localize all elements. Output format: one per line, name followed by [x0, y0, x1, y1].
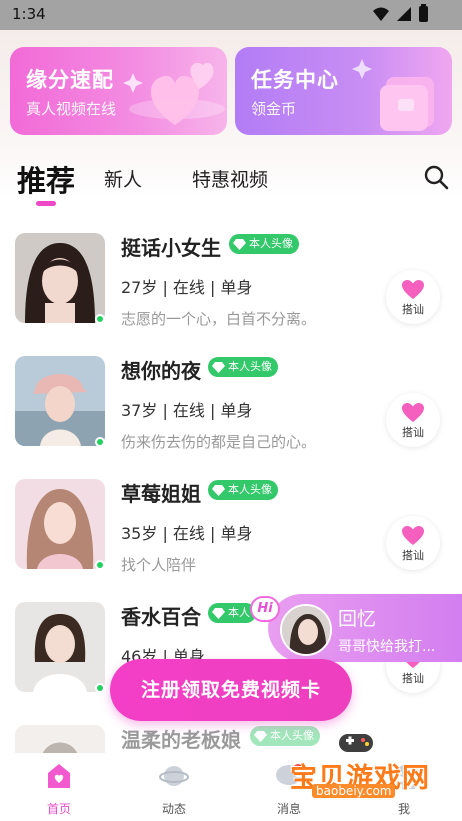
- diamond-icon: [212, 484, 225, 496]
- badge-label: 本人头像: [228, 483, 272, 496]
- greet-label: 搭讪: [402, 303, 424, 316]
- diamond-icon: [212, 607, 225, 619]
- diamond-icon: [233, 238, 246, 250]
- diamond-icon: [254, 730, 267, 742]
- avatar[interactable]: [15, 233, 105, 323]
- watermark: 宝贝游戏网 baobeiy.com: [290, 730, 450, 800]
- popup-title: 回忆: [338, 608, 377, 630]
- avatar[interactable]: [15, 479, 105, 569]
- greet-label: 搭讪: [402, 426, 424, 439]
- user-name: 挺话小女生: [121, 236, 221, 260]
- user-motto: 伤来伤去伤的都是自己的心。: [121, 433, 317, 451]
- hi-bubble: Hi: [250, 596, 280, 622]
- popup-message: 哥哥快给我打...: [338, 639, 436, 655]
- user-meta: 35岁 | 在线 | 单身: [121, 524, 253, 543]
- signal-icon: [397, 7, 411, 21]
- user-name: 草莓姐姐: [121, 482, 201, 506]
- banner-match-subtitle: 真人视频在线: [26, 100, 117, 118]
- banner-task-title: 任务中心: [251, 68, 339, 92]
- nav-home-label: 首页: [46, 802, 71, 816]
- tab-discount-video[interactable]: 特惠视频: [192, 165, 268, 192]
- greet-button[interactable]: 搭讪: [386, 393, 440, 447]
- search-icon[interactable]: [423, 164, 449, 190]
- online-indicator: [95, 560, 105, 570]
- badge-label: 本人: [228, 606, 250, 619]
- wallet-decoration-icon: [352, 59, 434, 131]
- verified-avatar-badge: 本人头像: [229, 234, 299, 254]
- greet-label: 搭讪: [402, 549, 424, 562]
- tab-new[interactable]: 新人: [104, 165, 142, 192]
- nav-home[interactable]: 首页: [9, 753, 109, 821]
- badge-label: 本人头像: [228, 360, 272, 373]
- banner-task-center[interactable]: 任务中心 领金币: [235, 47, 452, 135]
- verified-avatar-badge: 本人: [208, 603, 256, 623]
- diamond-icon: [212, 361, 225, 373]
- avatar[interactable]: [15, 602, 105, 692]
- online-indicator: [95, 314, 105, 324]
- message-popup[interactable]: 回忆 哥哥快给我打...: [268, 594, 462, 662]
- nav-moments-label: 动态: [161, 802, 186, 816]
- user-name: 温柔的老板娘: [121, 728, 241, 752]
- heart-icon: [402, 403, 424, 422]
- heart-icon: [402, 526, 424, 545]
- user-motto: 志愿的一个心，白首不分离。: [121, 310, 317, 328]
- verified-avatar-badge: 本人头像: [208, 480, 278, 500]
- tab-recommended[interactable]: 推荐: [17, 158, 75, 200]
- list-item[interactable]: 挺话小女生 本人头像 27岁 | 在线 | 单身 志愿的一个心，白首不分离。 搭…: [0, 222, 462, 342]
- status-bar: 1:34: [0, 0, 462, 30]
- banner-match-title: 缘分速配: [26, 68, 114, 92]
- status-icons: [373, 4, 428, 22]
- greet-button[interactable]: 搭讪: [386, 516, 440, 570]
- avatar[interactable]: [15, 356, 105, 446]
- category-tabs: 推荐 新人 特惠视频: [0, 152, 462, 206]
- gamepad-icon: [339, 734, 373, 752]
- user-meta: 27岁 | 在线 | 单身: [121, 278, 253, 297]
- nav-moments[interactable]: 动态: [124, 753, 224, 821]
- heart-decoration-icon: [123, 62, 225, 125]
- watermark-url: baobeiy.com: [312, 784, 396, 798]
- planet-icon: [159, 766, 189, 786]
- greet-label: 搭讪: [402, 672, 424, 685]
- banner-match[interactable]: 缘分速配 真人视频在线: [10, 47, 227, 135]
- nav-me-label: 我: [397, 802, 410, 816]
- active-tab-indicator: [36, 201, 56, 206]
- list-item[interactable]: 想你的夜 本人头像 37岁 | 在线 | 单身 伤来伤去伤的都是自己的心。 搭讪: [0, 345, 462, 465]
- popup-avatar: [280, 604, 332, 656]
- list-item[interactable]: 草莓姐姐 本人头像 35岁 | 在线 | 单身 找个人陪伴 搭讪: [0, 468, 462, 588]
- online-indicator: [95, 683, 105, 693]
- register-video-card-button[interactable]: 注册领取免费视频卡: [110, 659, 352, 721]
- user-name: 想你的夜: [121, 359, 201, 383]
- badge-label: 本人头像: [249, 237, 293, 250]
- nav-messages-label: 消息: [276, 802, 301, 816]
- heart-icon: [402, 280, 424, 299]
- banner-task-subtitle: 领金币: [251, 100, 297, 118]
- status-time: 1:34: [12, 5, 46, 23]
- user-meta: 37岁 | 在线 | 单身: [121, 401, 253, 420]
- greet-button[interactable]: 搭讪: [386, 270, 440, 324]
- battery-icon: [419, 4, 428, 22]
- user-motto: 找个人陪伴: [121, 556, 197, 574]
- verified-avatar-badge: 本人头像: [208, 357, 278, 377]
- wifi-icon: [373, 7, 389, 21]
- user-name: 香水百合: [121, 605, 201, 629]
- home-icon: [48, 764, 70, 788]
- online-indicator: [95, 437, 105, 447]
